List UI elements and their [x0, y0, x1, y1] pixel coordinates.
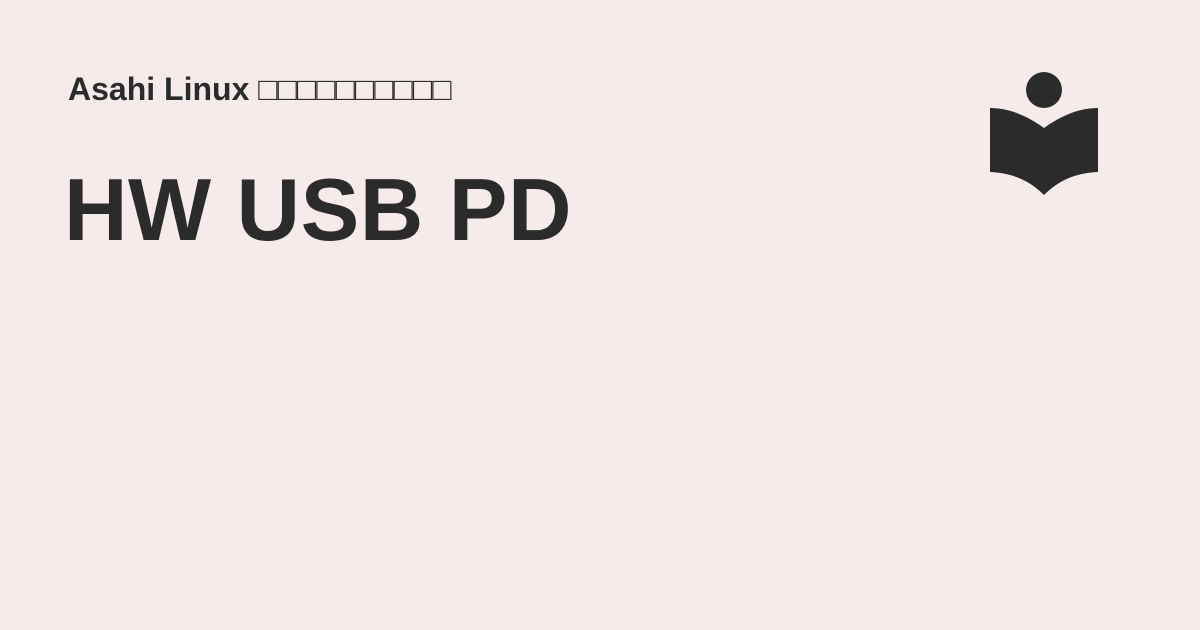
logo-head [1026, 72, 1062, 108]
page-title: HW USB PD [64, 160, 573, 259]
reader-book-icon [990, 72, 1098, 196]
site-name: Asahi Linux □□□□□□□□□□ [68, 71, 452, 107]
social-preview-card: Asahi Linux □□□□□□□□□□ HW USB PD [0, 0, 1200, 630]
logo-book [990, 108, 1098, 195]
